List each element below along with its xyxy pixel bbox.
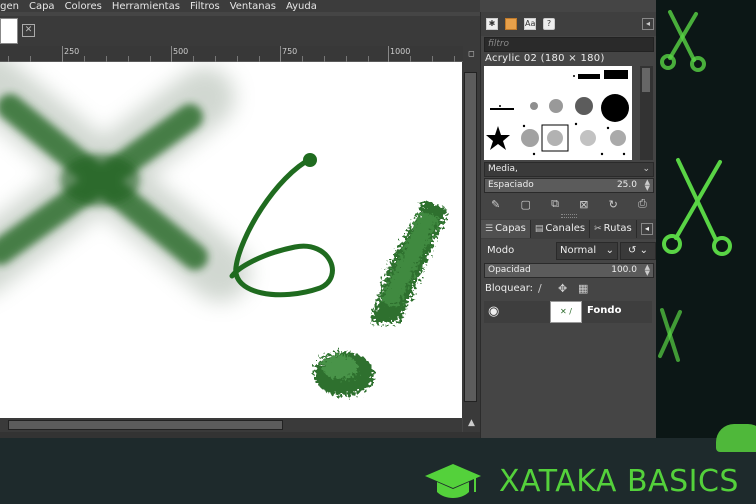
configure-tab-icon[interactable]: ◂ [640,223,653,235]
dock-separator[interactable] [561,214,577,218]
ruler-label: 250 [64,47,80,56]
horizontal-scrollbar[interactable] [0,418,462,432]
ruler-label: 1000 [390,47,411,56]
brand-wordmark: XATAKA BASICS [499,464,739,499]
dock-tabs-layers: ☰ Capas ▤ Canales ✂ Rutas ◂ [481,219,656,239]
ruler-tick [171,46,172,62]
lock-alpha-icon[interactable]: ▦ [578,282,588,295]
spatter-exclamation [314,200,448,396]
chevron-down-icon: ⌄ [642,164,650,174]
right-dock: ✱ Aa ? ◂ filtro Acrylic 02 (180 × 180) M… [480,12,656,438]
tab-paths[interactable]: ✂ Rutas [590,220,637,238]
layer-name: Fondo [587,305,622,316]
close-icon[interactable]: ✕ [22,24,35,37]
pattern-tab-icon[interactable] [505,18,517,30]
menu-help[interactable]: Ayuda [286,1,317,12]
configure-tab-icon[interactable]: ◂ [642,18,654,30]
dock-tabs-top: ✱ Aa ? ◂ [481,12,656,36]
edit-brush-icon[interactable]: ✎ [491,198,500,211]
layer-row[interactable]: ◉ ✕ / Fondo [484,301,652,323]
visibility-eye-icon[interactable]: ◉ [488,304,499,319]
image-tab-thumbnail[interactable] [0,18,18,44]
vertical-scrollbar[interactable] [462,62,480,418]
menu-windows[interactable]: Ventanas [230,1,276,12]
delete-brush-icon[interactable]: ⊠ [579,198,588,211]
brush-grid-scrollbar[interactable] [640,66,653,160]
layer-mode-row: Modo Normal ⌄ ↺ ⌄ [484,241,656,261]
brush-tag-combo[interactable]: Media, ⌄ [484,162,654,177]
lock-label: Bloquear: [485,283,534,294]
brush-previews [486,70,629,156]
font-tab-icon[interactable]: Aa [524,18,536,30]
decorative-bubble [716,424,756,452]
decorative-scissors-icons [658,10,732,362]
tab-layers[interactable]: ☰ Capas [481,220,531,238]
help-tab-icon[interactable]: ? [543,18,555,30]
chevron-down-icon: ⌄ [605,245,614,256]
quick-mask-toggle[interactable]: ◻ [463,46,480,62]
layers-list-empty [484,323,652,438]
opacity-label: Opacidad [488,265,531,275]
mode-select[interactable]: Normal ⌄ [556,242,618,260]
menu-image[interactable]: agen [0,1,19,12]
ruler-label: 750 [282,47,298,56]
brush-tag-value: Media, [488,164,518,174]
ruler-tick [280,46,281,62]
menu-tools[interactable]: Herramientas [112,1,180,12]
opacity-spinner[interactable]: Opacidad 100.0 ▲ ▼ [484,263,654,278]
brush-grid[interactable] [484,66,632,160]
image-canvas[interactable] [0,62,462,418]
gimp-window: agen Capa Colores Herramientas Filtros V… [0,0,656,438]
brush-tab-icon[interactable]: ✱ [486,18,498,30]
navigate-icon[interactable]: ▲ [463,418,480,432]
lock-position-icon[interactable]: ✥ [558,282,567,295]
airbrush-x-stroke [0,62,250,302]
spacing-label: Espaciado [488,180,534,190]
brand-footer: XATAKA BASICS [0,438,756,504]
layers-icon: ☰ [485,224,494,234]
decorative-background [656,0,756,438]
duplicate-brush-icon[interactable]: ⧉ [551,197,559,211]
spin-arrows-icon[interactable]: ▲ ▼ [645,179,650,192]
image-tabs: ✕ [0,16,480,46]
menubar: agen Capa Colores Herramientas Filtros V… [0,0,480,12]
composite-mode-select[interactable]: ↺ ⌄ [620,242,656,260]
tab-channels[interactable]: ▤ Canales [531,220,591,238]
opacity-value: 100.0 [611,265,637,275]
paths-icon: ✂ [594,224,602,234]
menu-layer[interactable]: Capa [29,1,55,12]
graduation-cap-icon [425,464,481,498]
lock-pixels-icon[interactable]: / [538,282,542,295]
ruler-tick [388,46,389,62]
layer-thumbnail: ✕ / [550,301,582,323]
horizontal-ruler: 250 500 750 1000 [0,46,463,62]
ruler-label: 500 [173,47,189,56]
refresh-icon[interactable]: ↻ [609,198,618,211]
selected-brush-name: Acrylic 02 (180 × 180) [485,53,605,64]
mode-label: Modo [487,245,515,256]
ruler-tick [62,46,63,62]
channels-icon: ▤ [534,224,544,234]
menu-colors[interactable]: Colores [65,1,102,12]
spacing-spinner[interactable]: Espaciado 25.0 ▲ ▼ [484,178,654,193]
brush-actions: ✎ ▢ ⧉ ⊠ ↻ ⎙ [481,195,656,213]
lock-row: Bloquear: / ✥ ▦ [484,282,656,298]
spin-arrows-icon[interactable]: ▲ ▼ [645,264,650,277]
new-brush-icon[interactable]: ▢ [521,198,531,211]
painting [0,62,448,396]
brush-filter-input[interactable]: filtro [484,37,654,52]
spacing-value: 25.0 [616,180,637,190]
menu-filters[interactable]: Filtros [190,1,220,12]
open-as-image-icon[interactable]: ⎙ [638,197,647,211]
